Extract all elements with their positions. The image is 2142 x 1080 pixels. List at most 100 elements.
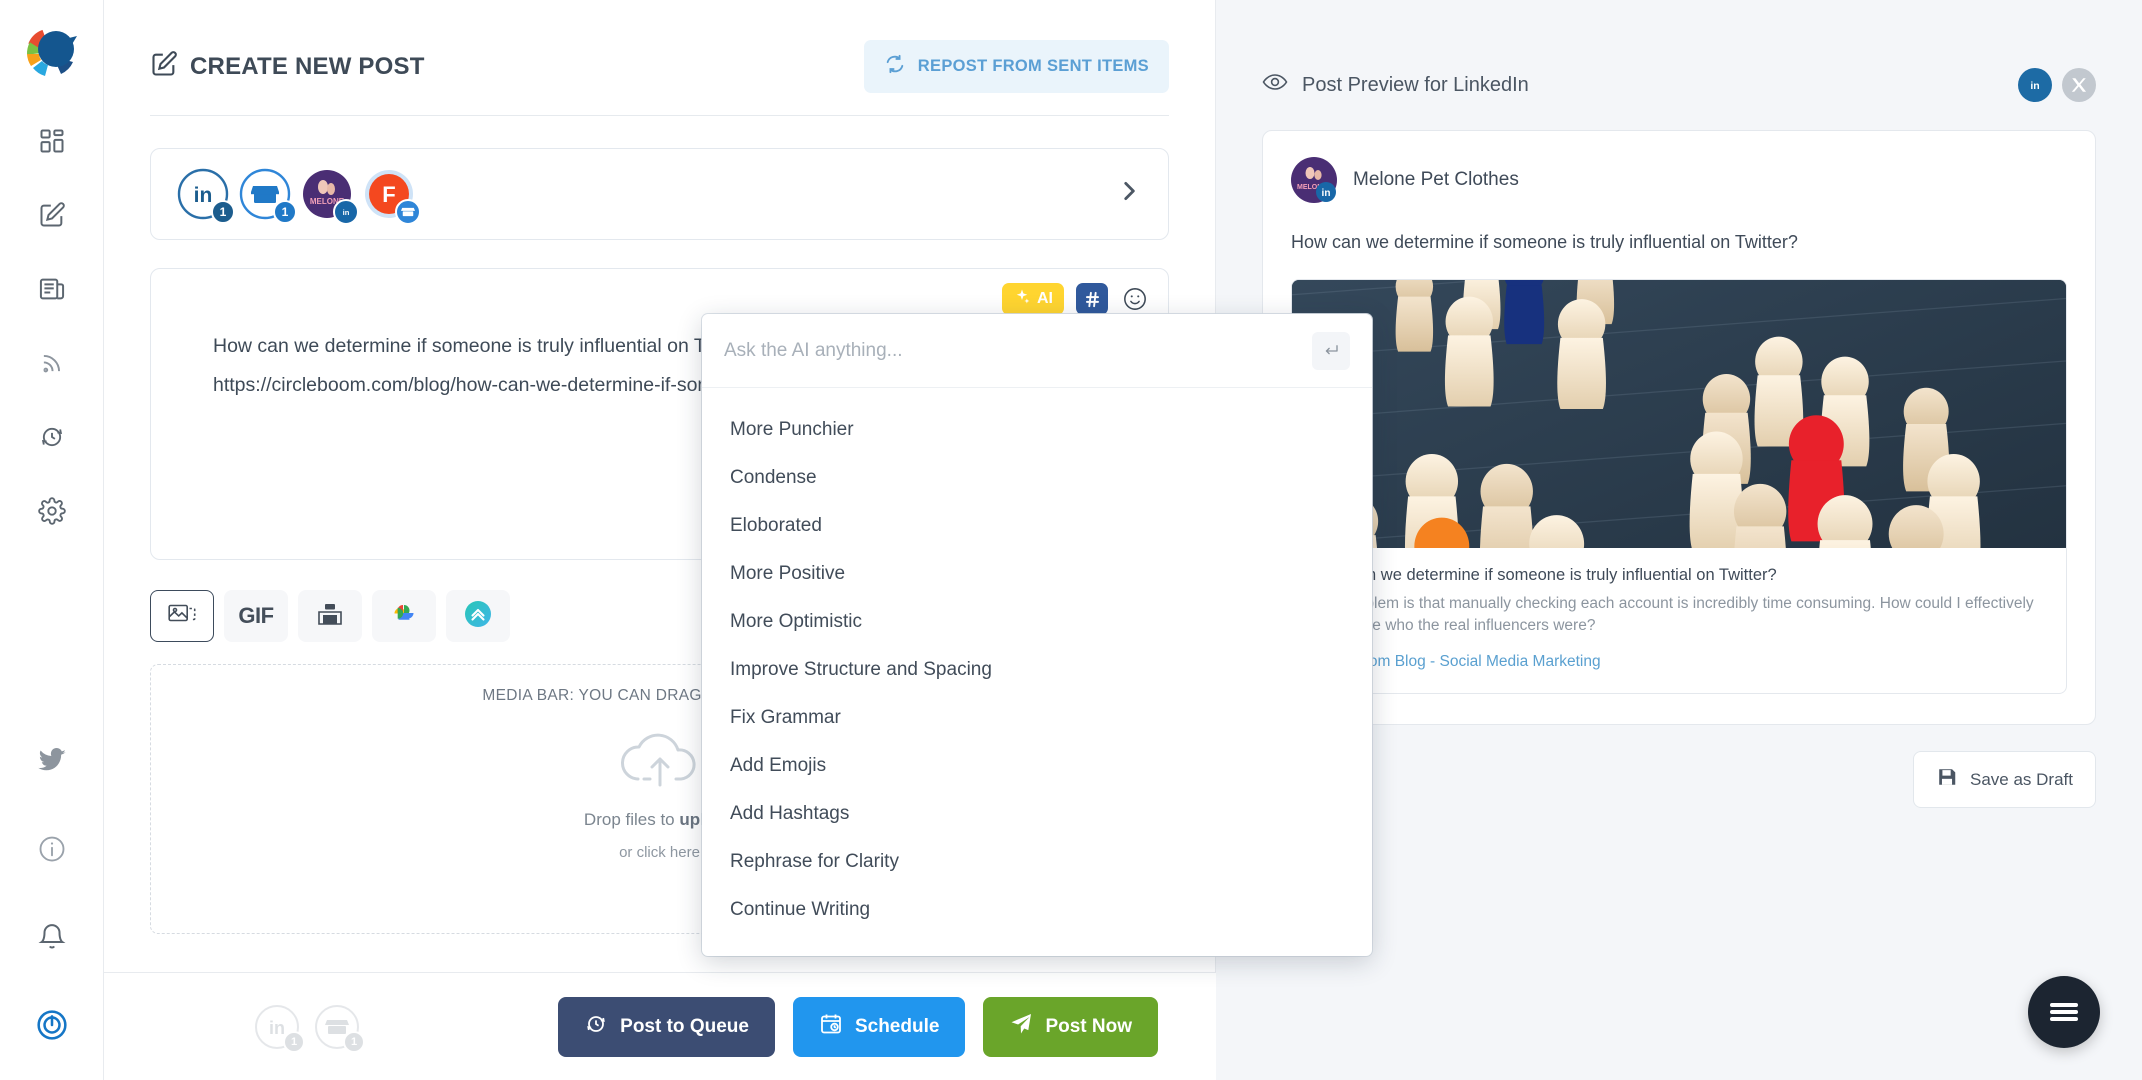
- ai-prompt-input[interactable]: [724, 339, 1312, 362]
- sidebar-item-settings[interactable]: [29, 488, 75, 534]
- compose-icon: [38, 201, 66, 229]
- ai-option-improve-structure-and-spacing[interactable]: Improve Structure and Spacing: [702, 646, 1372, 694]
- ai-option-rephrase-for-clarity[interactable]: Rephrase for Clarity: [702, 838, 1372, 886]
- sidebar-item-create-post[interactable]: [29, 192, 75, 238]
- composer-actionbar: in 1 1 Post to Queue Schedule Post Now: [104, 972, 1216, 1080]
- ai-label: AI: [1037, 290, 1053, 307]
- paper-plane-icon: [1009, 1012, 1033, 1042]
- floppy-disk-icon: [1936, 766, 1958, 793]
- calendar-clock-icon: [819, 1012, 843, 1042]
- footer-account-shop[interactable]: 1: [314, 1004, 365, 1053]
- hamburger-menu-button[interactable]: [2028, 976, 2100, 1048]
- account-avatar-linkedin[interactable]: in 1: [177, 168, 235, 224]
- preview-link-headline: How can we determine if someone is truly…: [1312, 566, 1777, 584]
- schedule-button[interactable]: Schedule: [792, 996, 966, 1057]
- gif-tool-button[interactable]: GIF: [224, 590, 288, 642]
- ai-option-more-positive[interactable]: More Positive: [702, 550, 1372, 598]
- ai-option-condense[interactable]: Condense: [702, 454, 1372, 502]
- melone-avatar: MELONE in: [1291, 157, 1337, 203]
- svg-text:in: in: [1322, 188, 1331, 199]
- svg-text:in: in: [194, 184, 213, 207]
- ai-option-add-emojis[interactable]: Add Emojis: [702, 742, 1372, 790]
- image-icon: [168, 601, 196, 632]
- canva-tool-button[interactable]: [446, 590, 510, 642]
- composer-action-buttons: Post to Queue Schedule Post Now: [558, 996, 1158, 1057]
- account-badge: 1: [273, 200, 297, 224]
- enter-key-icon[interactable]: [1312, 331, 1350, 370]
- unsplash-tool-button[interactable]: [298, 590, 362, 642]
- ai-assist-button[interactable]: AI: [1002, 283, 1064, 315]
- grid-icon: [38, 127, 66, 155]
- clock-refresh-icon: [584, 1012, 608, 1042]
- preview-header: Post Preview for LinkedIn in: [1262, 0, 2096, 102]
- wooden-peg-figures-image: [1292, 280, 2066, 548]
- preview-title-text: Post Preview for LinkedIn: [1302, 73, 1529, 96]
- chevron-right-icon[interactable]: [1116, 176, 1142, 212]
- cloud-upload-icon: [614, 729, 706, 796]
- sidebar-item-logout[interactable]: [29, 1002, 75, 1048]
- circleboom-logo[interactable]: [21, 22, 83, 84]
- preview-link-meta: How can we determine if someone is truly…: [1292, 548, 2066, 693]
- svg-text:in: in: [343, 208, 350, 217]
- sidebar-nav-bottom: [0, 738, 104, 1048]
- twitter-bird-icon: [37, 746, 67, 776]
- sparkle-icon: [1013, 288, 1031, 311]
- linkedin-toggle[interactable]: in: [2018, 68, 2052, 102]
- sidebar-item-rss[interactable]: [29, 340, 75, 386]
- page-title: CREATE NEW POST: [150, 50, 425, 83]
- post-now-button[interactable]: Post Now: [983, 996, 1158, 1057]
- gif-icon: GIF: [238, 603, 274, 628]
- canva-arrow-icon: [463, 599, 493, 634]
- post-now-label: Post Now: [1045, 1015, 1132, 1037]
- ai-option-more-punchier[interactable]: More Punchier: [702, 406, 1372, 454]
- ai-option-add-hashtags[interactable]: Add Hashtags: [702, 790, 1372, 838]
- preview-link-card[interactable]: How can we determine if someone is truly…: [1291, 279, 2067, 694]
- footer-account-badge: 1: [283, 1030, 305, 1053]
- save-draft-label: Save as Draft: [1970, 769, 2073, 789]
- composer-header: CREATE NEW POST REPOST FROM SENT ITEMS: [104, 0, 1215, 93]
- ai-option-more-optimistic[interactable]: More Optimistic: [702, 598, 1372, 646]
- save-draft-row: Save as Draft: [1262, 751, 2096, 808]
- google-photos-icon: [390, 600, 418, 633]
- preview-author-name: Melone Pet Clothes: [1353, 169, 1519, 190]
- ai-assistant-popup: More Punchier Condense Eloborated More P…: [702, 314, 1372, 956]
- x-toggle[interactable]: [2062, 68, 2096, 102]
- account-avatar-melone[interactable]: MELONE in: [301, 168, 359, 225]
- sidebar-item-twitter[interactable]: [29, 738, 75, 784]
- account-avatar-facebook[interactable]: F: [363, 168, 421, 225]
- preview-title: Post Preview for LinkedIn: [1262, 72, 1529, 98]
- ai-option-fix-grammar[interactable]: Fix Grammar: [702, 694, 1372, 742]
- account-selector[interactable]: in 1 1 MELONE in F: [150, 148, 1169, 240]
- hamburger-menu-icon: [2050, 1000, 2078, 1024]
- sidebar-item-dashboard[interactable]: [29, 118, 75, 164]
- bell-icon: [37, 922, 67, 952]
- sidebar-item-notifications[interactable]: [29, 914, 75, 960]
- account-avatar-shop[interactable]: 1: [239, 168, 297, 224]
- ai-option-continue-writing[interactable]: Continue Writing: [702, 886, 1372, 934]
- ai-option-eloborated[interactable]: Eloborated: [702, 502, 1372, 550]
- app-root: CREATE NEW POST REPOST FROM SENT ITEMS i…: [0, 0, 2142, 1080]
- emoji-button[interactable]: [1120, 284, 1150, 314]
- google-photos-tool-button[interactable]: [372, 590, 436, 642]
- footer-account-linkedin[interactable]: in 1: [254, 1004, 305, 1053]
- dropzone-line2[interactable]: or click here: [619, 844, 700, 861]
- post-to-queue-button[interactable]: Post to Queue: [558, 996, 775, 1057]
- sidebar-item-info[interactable]: [29, 826, 75, 872]
- power-icon: [36, 1009, 68, 1041]
- hashtag-button[interactable]: [1076, 283, 1108, 315]
- repost-from-sent-items-button[interactable]: REPOST FROM SENT ITEMS: [863, 40, 1169, 93]
- editor-toolbar: AI: [1002, 283, 1150, 315]
- post-to-queue-label: Post to Queue: [620, 1015, 749, 1037]
- dropzone-line1-prefix: Drop files to: [583, 810, 680, 829]
- sidebar-item-queue[interactable]: [29, 414, 75, 460]
- refresh-icon: [884, 53, 906, 80]
- eye-icon: [1262, 72, 1288, 98]
- image-tool-button[interactable]: [150, 590, 214, 642]
- svg-text:in: in: [2030, 80, 2039, 92]
- preview-link-source[interactable]: Circleboom Blog - Social Media Marketing: [1312, 653, 2046, 671]
- sidebar-item-articles[interactable]: [29, 266, 75, 312]
- info-circle-icon: [37, 834, 67, 864]
- preview-post-card: MELONE in Melone Pet Clothes How can we …: [1262, 130, 2096, 725]
- save-as-draft-button[interactable]: Save as Draft: [1913, 751, 2096, 808]
- clock-refresh-icon: [38, 423, 66, 451]
